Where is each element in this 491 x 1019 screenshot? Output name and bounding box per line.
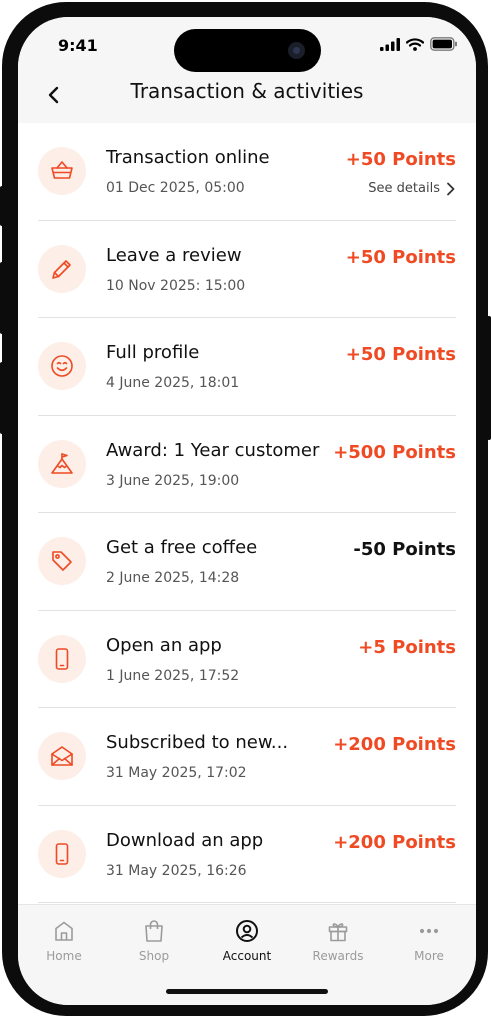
transaction-row[interactable]: Transaction online 01 Dec 2025, 05:00 +5… xyxy=(18,123,476,221)
transaction-title: Leave a review xyxy=(106,244,242,266)
transaction-title: Download an app xyxy=(106,829,264,851)
transaction-row[interactable]: Subscribed to new... 31 May 2025, 17:02 … xyxy=(18,708,476,806)
transaction-points: +500 Points xyxy=(333,441,456,463)
transaction-points: +5 Points xyxy=(358,636,456,658)
status-time: 9:41 xyxy=(58,36,98,55)
battery-icon xyxy=(430,37,457,51)
account-icon xyxy=(236,920,258,942)
transaction-date: 31 May 2025, 16:26 xyxy=(106,862,247,879)
tab-label: Home xyxy=(46,949,82,963)
transaction-points: +50 Points xyxy=(345,246,456,268)
transaction-points: +50 Points xyxy=(345,344,456,365)
transaction-date: 31 May 2025, 17:02 xyxy=(106,765,247,781)
transaction-date: 2 June 2025, 14:28 xyxy=(106,570,240,586)
transaction-title: Open an app xyxy=(106,634,222,656)
transaction-row[interactable]: Full profile 4 June 2025, 18:01 +50 Poin… xyxy=(18,318,476,416)
tab-shop[interactable]: Shop xyxy=(119,919,189,963)
envelope-icon xyxy=(38,732,86,780)
wifi-icon xyxy=(406,37,424,51)
tab-account[interactable]: Account xyxy=(212,919,282,963)
tab-label: More xyxy=(414,949,444,963)
phone-icon xyxy=(38,634,86,683)
tab-rewards[interactable]: Rewards xyxy=(303,919,373,963)
transaction-points: +200 Points xyxy=(333,831,456,853)
transaction-row[interactable]: Leave a review 10 Nov 2025: 15:00 +50 Po… xyxy=(18,221,476,318)
pencil-icon xyxy=(38,244,86,293)
row-divider xyxy=(38,902,456,903)
chevron-right-icon xyxy=(447,182,455,195)
dynamic-island xyxy=(174,29,321,72)
status-icons xyxy=(380,37,458,51)
signal-icon xyxy=(380,37,400,51)
transaction-points: +50 Points xyxy=(345,149,456,170)
tab-home[interactable]: Home xyxy=(29,919,99,963)
smiley-icon xyxy=(38,342,86,390)
tab-more[interactable]: More xyxy=(394,919,464,963)
tab-label: Rewards xyxy=(312,949,364,963)
transaction-date: 10 Nov 2025: 15:00 xyxy=(106,277,246,294)
page-title: Transaction & activities xyxy=(130,79,364,103)
bag-icon xyxy=(145,920,163,942)
transaction-title: Transaction online xyxy=(106,147,270,168)
transaction-row[interactable]: Award: 1 Year customer 3 June 2025, 19:0… xyxy=(18,416,476,513)
transaction-title: Subscribed to new... xyxy=(106,732,289,753)
transaction-date: 4 June 2025, 18:01 xyxy=(106,375,240,391)
transaction-list: Transaction online 01 Dec 2025, 05:00 +5… xyxy=(18,123,476,903)
tag-icon xyxy=(38,537,86,585)
more-icon xyxy=(419,928,439,934)
home-indicator xyxy=(166,989,328,994)
transaction-date: 01 Dec 2025, 05:00 xyxy=(106,180,245,196)
phone-icon xyxy=(38,829,86,878)
transaction-points: +200 Points xyxy=(333,734,456,755)
see-details-link[interactable]: See details xyxy=(368,181,456,196)
transaction-points: -50 Points xyxy=(353,539,456,560)
transaction-date: 3 June 2025, 19:00 xyxy=(106,472,240,489)
home-icon xyxy=(55,921,73,941)
tab-label: Account xyxy=(222,949,272,963)
gift-icon xyxy=(328,923,348,942)
camera-icon xyxy=(288,42,305,59)
mountain-flag-icon xyxy=(38,439,86,488)
transaction-row[interactable]: Get a free coffee 2 June 2025, 14:28 -50… xyxy=(18,513,476,611)
app-header: 9:41 Transaction & activities xyxy=(18,17,476,123)
transaction-title: Award: 1 Year customer xyxy=(106,439,320,461)
tab-label: Shop xyxy=(138,949,170,963)
transaction-title: Full profile xyxy=(106,342,200,363)
transaction-row[interactable]: Download an app 31 May 2025, 16:26 +200 … xyxy=(18,806,476,903)
transaction-date: 1 June 2025, 17:52 xyxy=(106,667,240,684)
see-details-label: See details xyxy=(368,181,440,196)
phone-frame: 9:41 Transaction & activities Transactio… xyxy=(2,2,488,1016)
transaction-row[interactable]: Open an app 1 June 2025, 17:52 +5 Points xyxy=(18,611,476,708)
transaction-title: Get a free coffee xyxy=(106,537,258,558)
phone-screen: 9:41 Transaction & activities Transactio… xyxy=(18,17,476,1005)
basket-icon xyxy=(38,147,86,195)
